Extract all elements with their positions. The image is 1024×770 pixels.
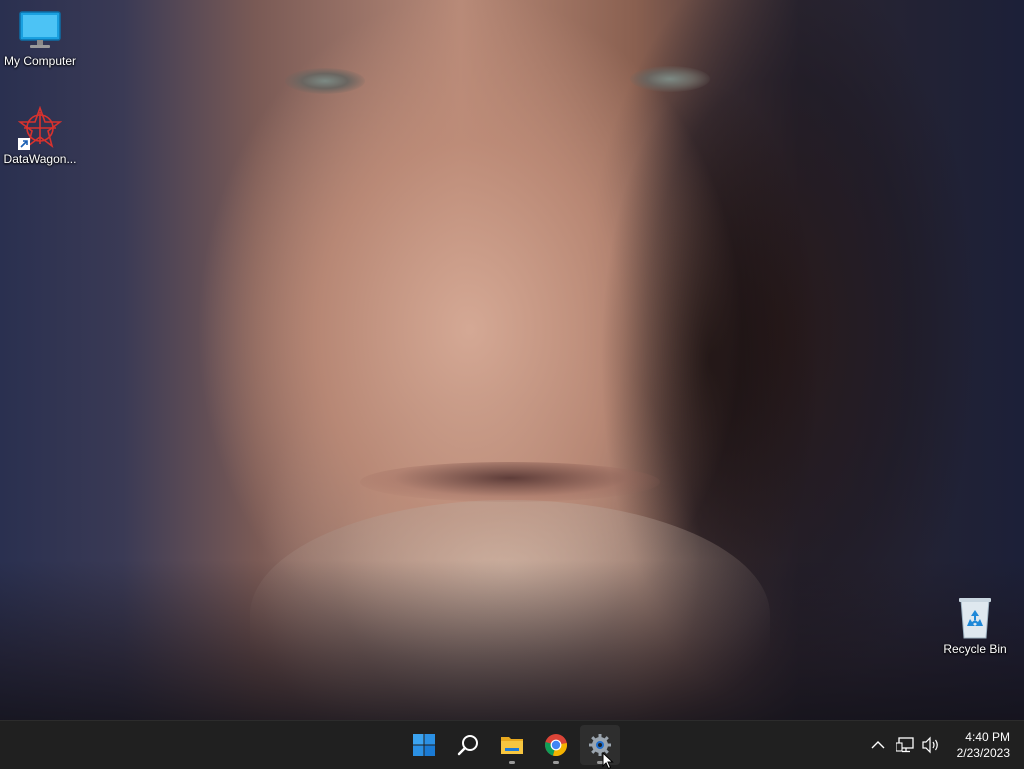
running-indicator (509, 761, 515, 764)
settings-button[interactable] (580, 725, 620, 765)
clock-time: 4:40 PM (965, 730, 1010, 744)
datawagon-shortcut-icon (17, 105, 63, 150)
speaker-icon (922, 736, 938, 754)
recycle-bin-icon (953, 596, 997, 640)
wallpaper-right-eye (630, 66, 710, 92)
network-button[interactable] (894, 721, 918, 769)
taskbar: 4:40 PM 2/23/2023 (0, 720, 1024, 769)
chrome-icon (545, 734, 567, 757)
desktop-icon-label: Recycle Bin (943, 642, 1007, 656)
wallpaper-mouth (360, 462, 660, 502)
folder-icon (501, 737, 523, 754)
desktop-wallpaper: My Computer DataWagon... Recycle Bin (0, 0, 1024, 720)
system-clock[interactable]: 4:40 PM 2/23/2023 (957, 729, 1010, 761)
tray-overflow-button[interactable] (866, 721, 888, 769)
wallpaper-coat (0, 560, 1024, 720)
clock-date: 2/23/2023 (956, 746, 1010, 760)
windows-start-icon (413, 734, 435, 756)
volume-button[interactable] (920, 721, 944, 769)
desktop-icon-recycle-bin[interactable]: Recycle Bin (935, 596, 1015, 656)
desktop-icon-datawagon[interactable]: DataWagon... (0, 105, 80, 166)
chevron-up-icon (871, 741, 885, 749)
desktop-icon-label: DataWagon... (3, 152, 77, 166)
search-icon (457, 735, 478, 756)
search-button[interactable] (448, 725, 488, 765)
chrome-button[interactable] (536, 725, 576, 765)
desktop-icon-label: My Computer (3, 54, 77, 68)
monitor-icon (18, 8, 62, 52)
mouse-cursor-icon (602, 752, 614, 770)
desktop-icon-my-computer[interactable]: My Computer (0, 8, 80, 68)
file-explorer-button[interactable] (492, 725, 532, 765)
network-icon (896, 737, 914, 753)
running-indicator (553, 761, 559, 764)
wallpaper-left-eye (285, 68, 365, 94)
start-button[interactable] (404, 725, 444, 765)
